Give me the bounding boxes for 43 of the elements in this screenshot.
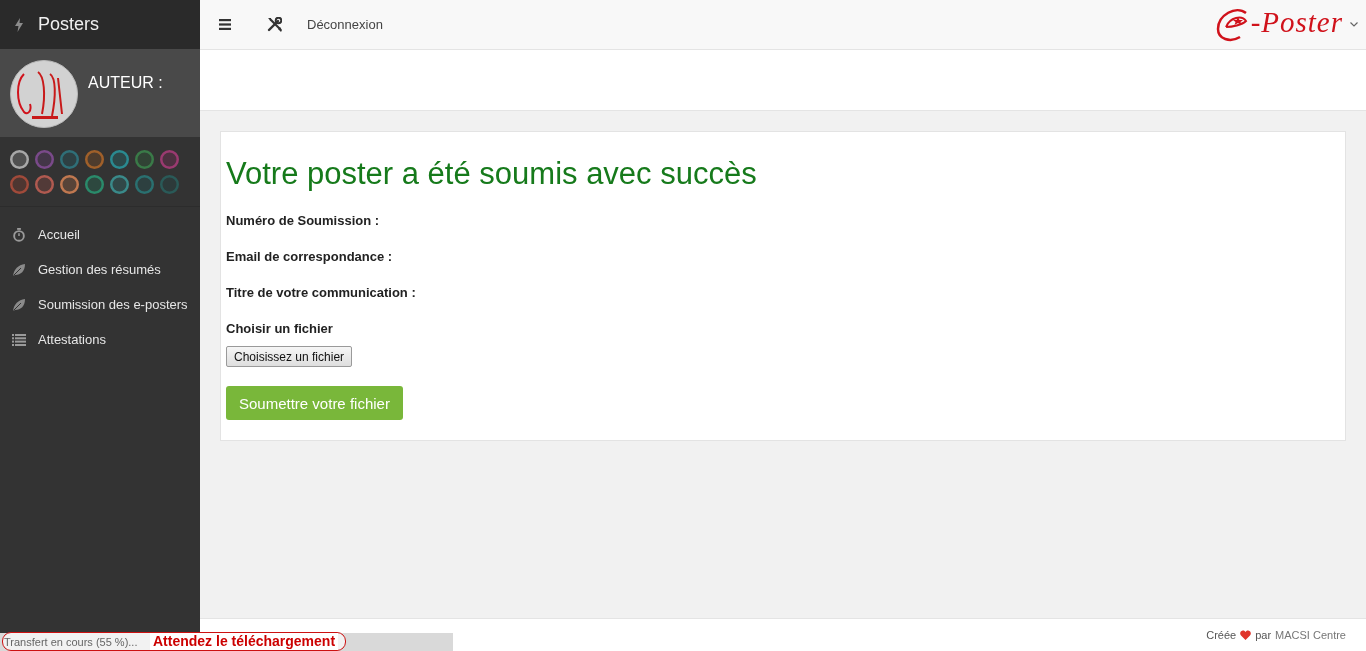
field-label: Email de correspondance : <box>226 248 394 266</box>
color-swatch-icon[interactable] <box>60 150 79 169</box>
file-label: Choisir un fichier <box>226 320 334 338</box>
field-label: Numéro de Soumission : <box>226 212 381 230</box>
color-swatch-icon[interactable] <box>85 175 104 194</box>
tools-button[interactable] <box>267 17 282 32</box>
footer-text: Créée <box>1206 629 1237 641</box>
upload-progress-text: Transfert en cours (55 %)... <box>4 635 139 648</box>
field-label: Titre de votre communication : <box>226 284 417 302</box>
heart-icon <box>1240 630 1252 640</box>
nav-item[interactable]: Soumission des e-posters <box>0 287 200 322</box>
leaf-icon <box>12 262 26 277</box>
lightning-icon <box>15 17 23 32</box>
menu-button[interactable] <box>219 19 231 30</box>
color-swatch-icon[interactable] <box>10 175 29 194</box>
color-swatch-icon[interactable] <box>160 175 179 194</box>
file-choose-button[interactable]: Choisissez un fichier <box>226 346 353 367</box>
footer-text: par <box>1255 629 1272 641</box>
nav-item[interactable]: Accueil <box>0 217 200 252</box>
chevron-down-icon[interactable] <box>1350 22 1358 27</box>
color-swatch-icon[interactable] <box>35 175 54 194</box>
author-label: AUTEUR : <box>88 74 163 92</box>
color-swatch-icon[interactable] <box>160 150 179 169</box>
logout-link[interactable]: Déconnexion <box>307 17 383 32</box>
color-swatch-icon[interactable] <box>60 175 79 194</box>
logo-text: -Poster <box>1250 6 1343 37</box>
color-swatch-icon[interactable] <box>110 175 129 194</box>
nav-item[interactable]: Attestations <box>0 322 200 357</box>
nav-item[interactable]: Gestion des résumés <box>0 252 200 287</box>
avatar-drawing <box>10 60 78 128</box>
color-swatch-icon[interactable] <box>110 150 129 169</box>
color-swatch-icon[interactable] <box>135 150 154 169</box>
leaf-icon <box>12 297 26 312</box>
upload-wait-message: Attendez le téléchargement <box>150 633 339 650</box>
color-swatch-icon[interactable] <box>10 150 29 169</box>
stopwatch-icon <box>12 227 26 242</box>
list-icon <box>12 332 26 347</box>
color-swatch-icon[interactable] <box>35 150 54 169</box>
color-swatch-icon[interactable] <box>85 150 104 169</box>
success-heading: Votre poster a été soumis avec succès <box>226 156 758 192</box>
color-swatch-icon[interactable] <box>135 175 154 194</box>
app-title: Posters <box>38 14 100 35</box>
footer-link[interactable]: MACSI Centre <box>1275 629 1346 641</box>
